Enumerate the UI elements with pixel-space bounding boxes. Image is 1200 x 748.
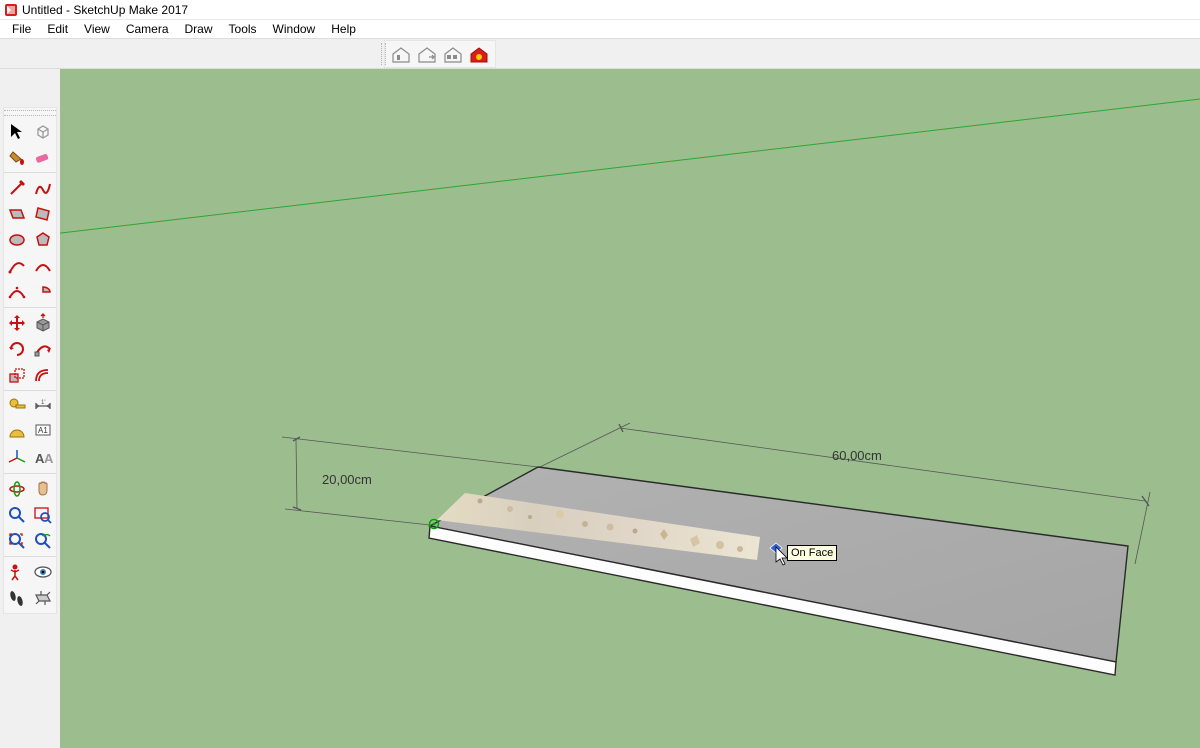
pie-tool[interactable]	[30, 279, 56, 305]
inference-tooltip: On Face	[787, 545, 837, 561]
rectangle-tool[interactable]	[4, 201, 30, 227]
toolbar-separator	[4, 390, 56, 391]
warehouse-icon[interactable]	[389, 42, 413, 66]
menu-draw[interactable]: Draw	[177, 20, 221, 38]
polygon-tool[interactable]	[30, 227, 56, 253]
menu-help[interactable]: Help	[323, 20, 364, 38]
offset-tool[interactable]	[30, 362, 56, 388]
menubar: File Edit View Camera Draw Tools Window …	[0, 20, 1200, 39]
menu-window[interactable]: Window	[265, 20, 324, 38]
tooltip-text: On Face	[791, 547, 833, 559]
make-component-tool[interactable]	[30, 118, 56, 144]
menu-tools[interactable]: Tools	[221, 20, 265, 38]
circle-tool[interactable]	[4, 227, 30, 253]
toolbar-separator	[4, 307, 56, 308]
three-point-arc-tool[interactable]	[4, 279, 30, 305]
zoom-window-tool[interactable]	[30, 502, 56, 528]
paint-bucket-tool[interactable]	[4, 144, 30, 170]
left-toolbar: 1' A1 AA	[3, 107, 57, 614]
svg-text:A: A	[44, 451, 53, 466]
walk-tool[interactable]	[4, 585, 30, 611]
top-toolbar	[0, 39, 1200, 69]
menu-file[interactable]: File	[4, 20, 39, 38]
dimension-right-label: 60,00cm	[832, 448, 882, 463]
previous-view-tool[interactable]	[30, 528, 56, 554]
3d-text-tool[interactable]: AA	[30, 445, 56, 471]
select-tool[interactable]	[4, 118, 30, 144]
eraser-tool[interactable]	[30, 144, 56, 170]
warehouse-components-icon[interactable]	[441, 42, 465, 66]
orbit-tool[interactable]	[4, 476, 30, 502]
window-title: Untitled - SketchUp Make 2017	[22, 3, 188, 17]
menu-view[interactable]: View	[76, 20, 118, 38]
axes-tool[interactable]	[4, 445, 30, 471]
svg-text:A1: A1	[38, 426, 48, 435]
rotate-tool[interactable]	[4, 336, 30, 362]
toolbar-separator	[4, 473, 56, 474]
arc-tool[interactable]	[4, 253, 30, 279]
dimension-left-label: 20,00cm	[322, 472, 372, 487]
freehand-tool[interactable]	[30, 175, 56, 201]
dimension-tool[interactable]: 1'	[30, 393, 56, 419]
scale-tool[interactable]	[4, 362, 30, 388]
protractor-tool[interactable]	[4, 419, 30, 445]
zoom-tool[interactable]	[4, 502, 30, 528]
toolbar-separator	[4, 556, 56, 557]
pan-tool[interactable]	[30, 476, 56, 502]
push-pull-tool[interactable]	[30, 310, 56, 336]
zoom-extents-tool[interactable]	[4, 528, 30, 554]
extension-warehouse-icon[interactable]	[467, 42, 491, 66]
menu-camera[interactable]: Camera	[118, 20, 177, 38]
text-tool[interactable]: A1	[30, 419, 56, 445]
warehouse-toolbar-group	[384, 40, 496, 68]
app-icon	[4, 3, 18, 17]
tape-measure-tool[interactable]	[4, 393, 30, 419]
titlebar: Untitled - SketchUp Make 2017	[0, 0, 1200, 20]
two-point-arc-tool[interactable]	[30, 253, 56, 279]
menu-edit[interactable]: Edit	[39, 20, 76, 38]
rotated-rectangle-tool[interactable]	[30, 201, 56, 227]
toolbar-separator	[4, 172, 56, 173]
look-around-tool[interactable]	[30, 559, 56, 585]
svg-text:1': 1'	[41, 400, 45, 406]
viewport-3d[interactable]: 20,00cm 60,00cm On Face	[60, 69, 1200, 748]
warehouse-share-icon[interactable]	[415, 42, 439, 66]
follow-me-tool[interactable]	[30, 336, 56, 362]
position-camera-tool[interactable]	[4, 559, 30, 585]
line-tool[interactable]	[4, 175, 30, 201]
section-plane-tool[interactable]	[30, 585, 56, 611]
move-tool[interactable]	[4, 310, 30, 336]
